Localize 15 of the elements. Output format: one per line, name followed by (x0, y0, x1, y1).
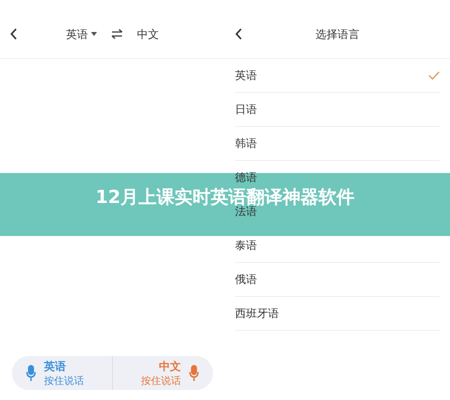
language-item[interactable]: 德语 (235, 172, 440, 184)
language-item[interactable]: 韩语 (235, 138, 440, 150)
source-language-dropdown[interactable]: 英语 (66, 26, 97, 42)
back-icon[interactable] (235, 28, 243, 40)
language-item[interactable]: 英语 (235, 70, 440, 82)
language-item[interactable]: 西班牙语 (235, 308, 440, 320)
language-item[interactable]: 法语 (235, 206, 440, 218)
caret-icon (91, 32, 97, 36)
language-item[interactable]: 泰语 (235, 240, 440, 252)
swap-icon[interactable] (111, 29, 123, 39)
language-item[interactable]: 俄语 (235, 274, 440, 286)
target-language[interactable]: 中文 (137, 26, 159, 42)
language-item[interactable]: 日语 (235, 104, 440, 116)
page-title: 选择语言 (316, 26, 360, 42)
back-icon[interactable] (10, 28, 18, 40)
